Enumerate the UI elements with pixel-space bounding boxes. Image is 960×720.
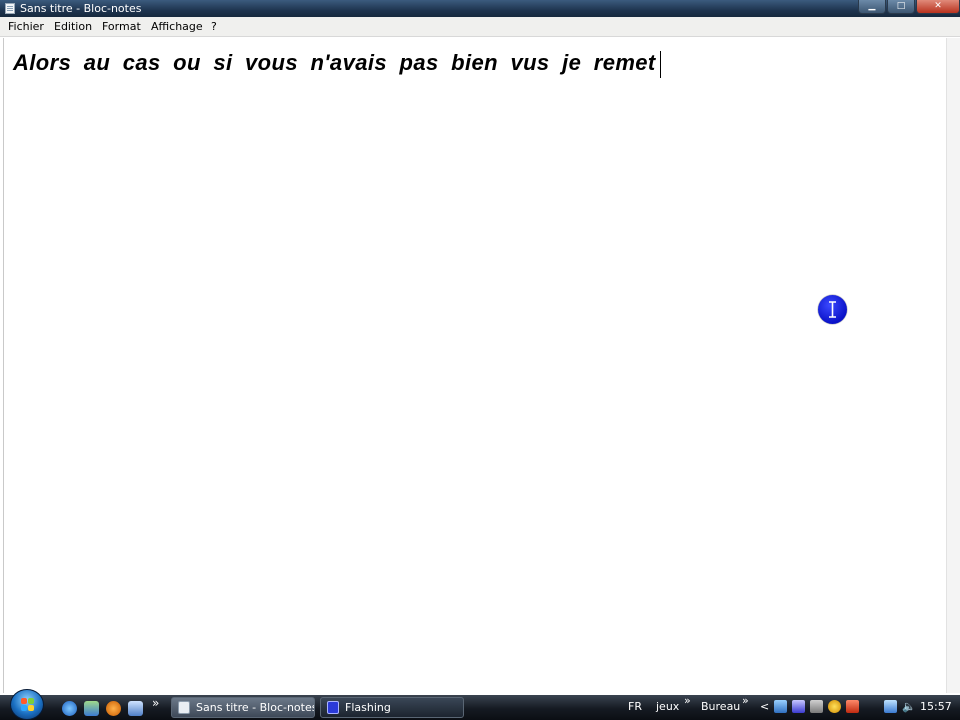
security-icon[interactable] [792, 700, 805, 713]
toolbar-jeux-more[interactable]: » [684, 694, 691, 707]
menu-format[interactable]: Format [102, 17, 141, 36]
text-editor[interactable]: Alors au cas ou si vous n'avais pas bien… [3, 38, 944, 693]
close-button[interactable]: ✕ [916, 0, 960, 14]
menu-bar: Fichier Edition Format Affichage ? [0, 17, 960, 37]
internet-explorer-icon[interactable] [62, 701, 77, 716]
network-icon[interactable] [774, 700, 787, 713]
flashing-app-icon [327, 701, 339, 714]
shield-icon[interactable] [846, 700, 859, 713]
cursor-highlight [818, 295, 847, 324]
close-icon: ✕ [934, 1, 942, 11]
show-desktop-icon[interactable] [128, 701, 143, 716]
toolbar-bureau[interactable]: Bureau [701, 697, 740, 716]
taskbar-button-notepad[interactable]: Sans titre - Bloc-notes [171, 697, 315, 718]
menu-affichage[interactable]: Affichage [151, 17, 203, 36]
media-player-icon[interactable] [106, 701, 121, 716]
switch-windows-icon[interactable] [84, 701, 99, 716]
windows-logo-icon [21, 698, 34, 711]
maximize-icon: □ [896, 1, 906, 11]
toolbar-jeux[interactable]: jeux [656, 697, 679, 716]
taskbar-button-flashing[interactable]: Flashing [320, 697, 464, 718]
editor-content: Alors au cas ou si vous n'avais pas bien… [13, 50, 656, 75]
title-bar[interactable]: Sans titre - Bloc-notes ▁ □ ✕ [0, 0, 960, 17]
minimize-button[interactable]: ▁ [858, 0, 886, 14]
text-caret [660, 51, 661, 78]
ibeam-cursor-icon [829, 301, 836, 318]
clock[interactable]: 15:57 [920, 697, 952, 716]
menu-fichier[interactable]: Fichier [8, 17, 44, 36]
notepad-icon [178, 701, 190, 714]
quick-launch-more-button[interactable]: » [152, 696, 159, 710]
menu-help[interactable]: ? [211, 17, 217, 36]
window-controls: ▁ □ ✕ [857, 0, 960, 15]
start-button[interactable] [10, 689, 44, 720]
menu-edition[interactable]: Edition [54, 17, 92, 36]
window-title: Sans titre - Bloc-notes [20, 2, 142, 15]
minimize-icon: ▁ [868, 1, 876, 11]
app-icon[interactable] [810, 700, 823, 713]
maximize-button[interactable]: □ [887, 0, 915, 14]
toolbar-bureau-more[interactable]: » [742, 694, 749, 707]
language-indicator[interactable]: FR [628, 697, 642, 716]
tray-collapse-button[interactable]: < [760, 697, 769, 716]
notepad-app-icon[interactable] [5, 3, 15, 14]
taskbar-button-label: Flashing [345, 701, 391, 714]
network-status-icon[interactable] [884, 700, 897, 713]
tray-app-icon[interactable] [828, 700, 841, 713]
volume-icon[interactable]: 🔈 [902, 700, 916, 713]
taskbar-button-label: Sans titre - Bloc-notes [196, 701, 315, 714]
vertical-scrollbar[interactable] [946, 38, 960, 693]
